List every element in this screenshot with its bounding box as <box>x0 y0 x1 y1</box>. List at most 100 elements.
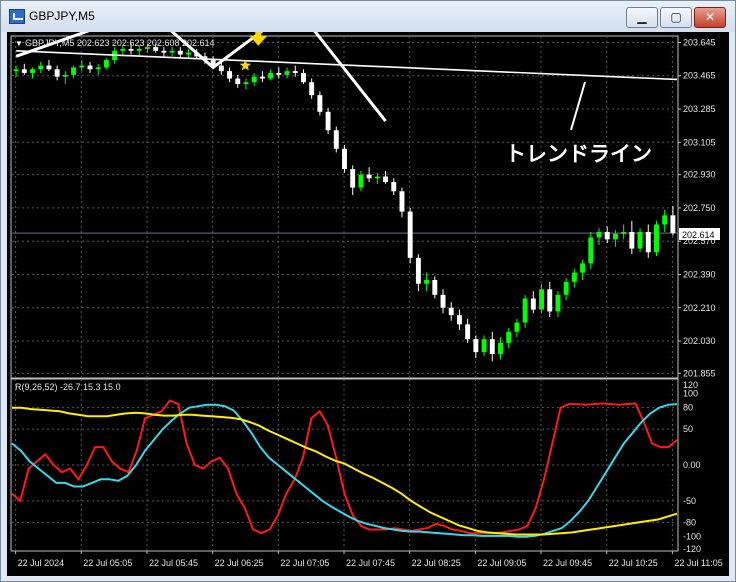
candle-body <box>128 48 134 51</box>
candle-body <box>563 281 569 295</box>
candle-body <box>440 294 446 308</box>
candle-body <box>498 342 503 354</box>
indicator-axis: 12010080500.00-50-80-100-120 <box>683 380 701 554</box>
indicator-tick-label: 100 <box>683 388 698 398</box>
grid-lines <box>12 36 677 551</box>
candle-body <box>30 69 35 73</box>
indicator-tick-label: -100 <box>683 532 701 542</box>
candle-body <box>604 231 610 240</box>
candle-body <box>309 82 315 96</box>
indicator-tick-label: -80 <box>683 517 696 527</box>
candle-body <box>514 322 520 332</box>
candle-body <box>654 224 659 253</box>
indicator-tick-label: -120 <box>683 544 701 554</box>
price-tick-label: 203.645 <box>683 37 716 47</box>
candle-body <box>227 71 233 79</box>
price-tick-label: 202.390 <box>683 269 716 279</box>
candle-body <box>186 52 191 55</box>
indicator-tick-label: 0.00 <box>683 460 701 470</box>
price-tick-label: 203.285 <box>683 104 716 114</box>
candle-body <box>383 176 389 183</box>
candle-body <box>259 76 265 79</box>
maximize-button[interactable]: ▢ <box>660 7 692 28</box>
candle-body <box>46 65 52 70</box>
candle-body <box>268 72 274 79</box>
candle-body <box>333 130 339 149</box>
time-tick-label: 22 Jul 05:05 <box>83 558 132 568</box>
time-tick-label: 22 Jul 11:05 <box>674 558 722 568</box>
candle-body <box>621 231 627 234</box>
candle-body <box>539 289 544 310</box>
candle-body <box>637 231 643 249</box>
candle-body <box>448 307 454 316</box>
candle-body <box>136 48 142 51</box>
price-tick-label: 202.750 <box>683 203 716 213</box>
candle-body <box>38 65 44 70</box>
candle-body <box>218 65 224 72</box>
candle-body <box>473 339 479 353</box>
candle-body <box>571 272 577 282</box>
price-tick-label: 202.210 <box>683 303 716 313</box>
current-price-label: 202.614 <box>682 230 715 240</box>
title-bar[interactable]: GBPJPY,M5 ▁ ▢ ✕ <box>1 1 735 32</box>
candle-body <box>612 233 618 240</box>
main-chart-header: GBPJPY,M5 202.623 202.623 202.608 202.61… <box>25 38 215 48</box>
time-tick-label: 22 Jul 05:45 <box>149 558 198 568</box>
indicator-tick-label: 80 <box>683 403 693 413</box>
candle-body <box>243 82 249 85</box>
candle-body <box>596 231 602 238</box>
price-axis: 203.645 203.465 203.285 203.105 202.930 202.7… <box>678 37 716 378</box>
minimize-button[interactable]: ▁ <box>626 7 658 28</box>
candle-body <box>235 78 241 85</box>
chart-canvas[interactable]: 203.645 203.465 203.285 203.105 202.930 202.7… <box>7 32 729 576</box>
candle-body <box>292 71 298 73</box>
candle-body <box>79 65 85 68</box>
candle-body <box>276 72 282 75</box>
close-button[interactable]: ✕ <box>694 7 726 28</box>
chart-menu-icon[interactable]: ▼ <box>15 39 23 48</box>
price-tick-label: 202.030 <box>683 336 716 346</box>
candle-body <box>374 176 380 179</box>
time-tick-label: 22 Jul 2024 <box>18 558 65 568</box>
terminal-window: GBPJPY,M5 ▁ ▢ ✕ 203.645 203.465 203.285 203… <box>0 0 736 582</box>
time-tick-label: 22 Jul 07:45 <box>346 558 395 568</box>
chart-window-icon <box>9 9 25 24</box>
price-tick-label: 201.855 <box>683 368 716 378</box>
candle-body <box>366 174 372 179</box>
candle-body <box>300 72 306 83</box>
candle-body <box>670 215 676 234</box>
candle-body <box>251 76 257 83</box>
trendline <box>16 49 678 81</box>
price-tick-label: 203.465 <box>683 71 716 81</box>
candle-body <box>481 339 487 353</box>
candle-body <box>284 71 290 75</box>
indicator-tick-label: 50 <box>683 424 693 434</box>
indicator-tick-label: -50 <box>683 496 696 506</box>
candle-body <box>169 50 175 53</box>
indicator-header: R(9,26,52) -26.7 15.3 15.0 <box>15 382 121 392</box>
candle-body <box>71 67 77 75</box>
candle-body <box>465 324 471 340</box>
time-tick-label: 22 Jul 10:25 <box>609 558 658 568</box>
candle-body <box>662 215 668 225</box>
candle-body <box>62 74 68 77</box>
price-tick-label: 202.930 <box>683 170 716 180</box>
candle-body <box>629 231 635 249</box>
time-tick-label: 22 Jul 06:25 <box>215 558 264 568</box>
candle-body <box>95 67 101 70</box>
candle-body <box>161 50 167 53</box>
candle-body <box>325 111 331 131</box>
candle-body <box>580 263 586 273</box>
candle-body <box>530 298 536 310</box>
candle-body <box>456 315 462 325</box>
candle-body <box>489 339 495 354</box>
candle-body <box>506 331 512 343</box>
chart-area[interactable]: 203.645 203.465 203.285 203.105 202.930 202.7… <box>7 32 729 576</box>
candle-body <box>120 48 126 51</box>
candle-body <box>342 148 347 170</box>
candle-body <box>588 237 594 264</box>
time-tick-label: 22 Jul 07:05 <box>280 558 329 568</box>
candle-body <box>432 280 438 295</box>
annotation-pointer <box>570 81 586 131</box>
candle-body <box>317 95 323 112</box>
